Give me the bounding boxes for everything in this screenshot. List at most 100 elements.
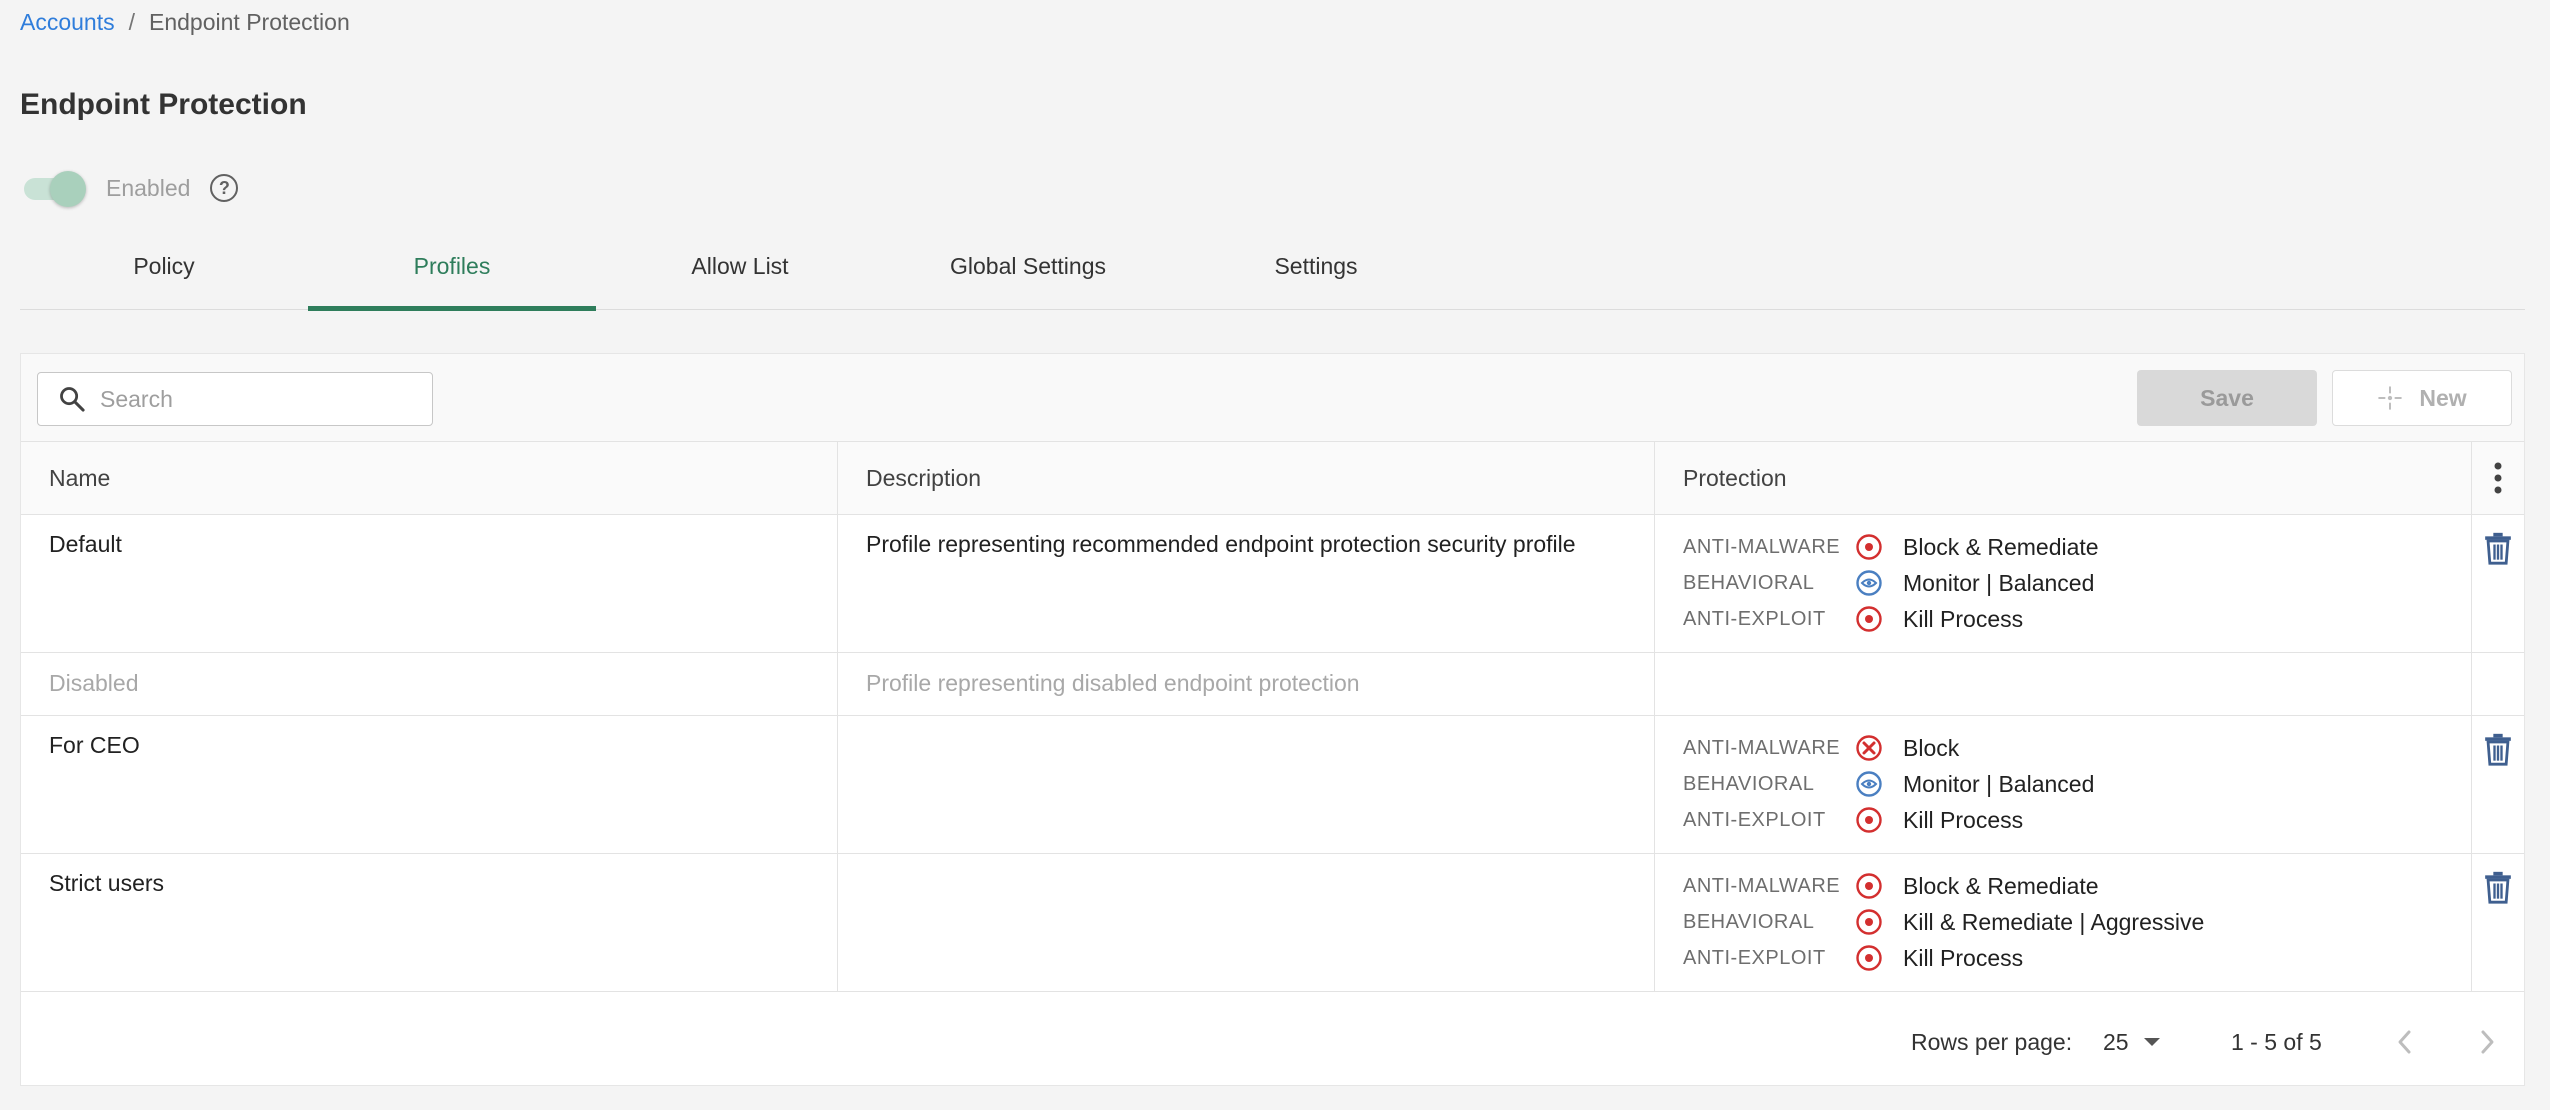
eye-blue-icon [1855, 770, 1883, 798]
profile-description: Profile representing recommended endpoin… [838, 515, 1655, 652]
protection-line: ANTI-EXPLOIT Kill Process [1683, 601, 2471, 637]
protection-category: ANTI-EXPLOIT [1683, 808, 1826, 831]
question-circle-icon[interactable]: ? [210, 174, 239, 202]
protection-category: ANTI-MALWARE [1683, 736, 1841, 759]
table-header: Name Description Protection [21, 442, 2524, 515]
target-red-icon [1855, 908, 1883, 936]
breadcrumb-current: Endpoint Protection [149, 9, 350, 35]
enabled-toggle-row: Enabled ? [22, 168, 239, 208]
profile-name: Strict users [21, 854, 838, 991]
column-header-description[interactable]: Description [838, 442, 1655, 514]
delete-cell [2472, 716, 2524, 853]
trash-icon[interactable] [2484, 732, 2512, 766]
endpoint-protection-page: Accounts / Endpoint Protection Endpoint … [0, 0, 2550, 1110]
breadcrumb: Accounts / Endpoint Protection [20, 8, 350, 36]
protection-line: BEHAVIORAL Monitor | Balanced [1683, 565, 2471, 601]
protection-value: Kill Process [1903, 944, 2024, 971]
column-menu-button[interactable] [2472, 442, 2524, 514]
protection-line: ANTI-EXPLOIT Kill Process [1683, 802, 2471, 838]
target-red-icon [1855, 944, 1883, 972]
eye-blue-icon [1855, 569, 1883, 597]
rows-per-page-select[interactable]: 25 [2103, 1029, 2161, 1056]
protection-category: ANTI-MALWARE [1683, 535, 1841, 558]
target-red-icon [1855, 806, 1883, 834]
search-icon [60, 387, 85, 412]
target-red-icon [1855, 872, 1883, 900]
pagination-range: 1 - 5 of 5 [2231, 1028, 2322, 1055]
protection-value: Block [1903, 734, 1960, 761]
breadcrumb-accounts-link[interactable]: Accounts [20, 8, 115, 36]
table-row[interactable]: For CEO ANTI-MALWARE Block BEHAVIORAL Mo… [21, 716, 2524, 854]
tab-global-settings[interactable]: Global Settings [884, 230, 1172, 310]
table-row[interactable]: Default Profile representing recommended… [21, 515, 2524, 653]
target-red-icon [1855, 605, 1883, 633]
profile-description: Profile representing disabled endpoint p… [838, 653, 1655, 715]
tab-policy[interactable]: Policy [20, 230, 308, 310]
trash-icon[interactable] [2484, 870, 2512, 904]
profile-name: Default [21, 515, 838, 652]
profiles-card: Save New Name Description Protection [20, 353, 2525, 1086]
protection-line: ANTI-MALWARE Block & Remediate [1683, 868, 2471, 904]
table-pagination: Rows per page: 25 1 - 5 of 5 [21, 997, 2524, 1087]
delete-cell [2472, 854, 2524, 991]
protection-line: ANTI-MALWARE Block [1683, 730, 2471, 766]
tab-settings[interactable]: Settings [1172, 230, 1460, 310]
more-vertical-icon [2494, 462, 2502, 494]
new-button-label: New [2419, 384, 2467, 411]
new-button[interactable]: New [2332, 370, 2512, 426]
tab-allow-list[interactable]: Allow List [596, 230, 884, 310]
protection-cell: ANTI-MALWARE Block & Remediate BEHAVIORA… [1655, 515, 2472, 652]
profile-name: For CEO [21, 716, 838, 853]
protection-category: ANTI-EXPLOIT [1683, 946, 1826, 969]
protection-cell: ANTI-MALWARE Block & Remediate BEHAVIORA… [1655, 854, 2472, 991]
search-box [37, 372, 433, 426]
table-toolbar: Save New [21, 354, 2524, 442]
delete-cell [2472, 515, 2524, 652]
tab-bar: Policy Profiles Allow List Global Settin… [20, 230, 2525, 311]
caret-down-icon [2143, 1038, 2160, 1046]
protection-line: BEHAVIORAL Monitor | Balanced [1683, 766, 2471, 802]
profiles-table: Name Description Protection Default Prof… [21, 442, 2524, 992]
chevron-left-icon[interactable] [2395, 1028, 2415, 1056]
protection-value: Block & Remediate [1903, 533, 2099, 560]
protection-value: Block & Remediate [1903, 872, 2099, 899]
protection-category: BEHAVIORAL [1683, 571, 1815, 594]
enabled-label: Enabled [106, 174, 191, 201]
protection-category: ANTI-EXPLOIT [1683, 607, 1826, 630]
page-title: Endpoint Protection [20, 88, 307, 121]
protection-line: BEHAVIORAL Kill & Remediate | Aggressive [1683, 904, 2471, 940]
x-circle-red-icon [1855, 734, 1883, 762]
column-header-protection[interactable]: Protection [1655, 442, 2472, 514]
protection-cell: ANTI-MALWARE Block BEHAVIORAL Monitor | … [1655, 716, 2472, 853]
protection-cell [1655, 653, 2472, 715]
protection-value: Monitor | Balanced [1903, 569, 2095, 596]
chevron-right-icon[interactable] [2477, 1028, 2497, 1056]
delete-cell [2472, 653, 2524, 715]
column-header-name[interactable]: Name [21, 442, 838, 514]
sparkle-add-icon [2378, 386, 2403, 410]
protection-value: Monitor | Balanced [1903, 770, 2095, 797]
rows-per-page-label: Rows per page: [1911, 1028, 2073, 1055]
protection-category: BEHAVIORAL [1683, 772, 1815, 795]
protection-line: ANTI-EXPLOIT Kill Process [1683, 940, 2471, 976]
protection-value: Kill & Remediate | Aggressive [1903, 908, 2205, 935]
protection-value: Kill Process [1903, 806, 2024, 833]
breadcrumb-separator: / [128, 9, 135, 35]
enabled-toggle[interactable] [22, 170, 86, 207]
protection-category: ANTI-MALWARE [1683, 874, 1841, 897]
toggle-knob [50, 171, 86, 207]
table-row[interactable]: Disabled Profile representing disabled e… [21, 653, 2524, 716]
save-button[interactable]: Save [2137, 370, 2317, 426]
profile-description [838, 854, 1655, 991]
rows-per-page-value: 25 [2103, 1028, 2129, 1055]
profile-description [838, 716, 1655, 853]
protection-line: ANTI-MALWARE Block & Remediate [1683, 529, 2471, 565]
tab-profiles[interactable]: Profiles [308, 230, 596, 311]
protection-value: Kill Process [1903, 605, 2024, 632]
trash-icon[interactable] [2484, 531, 2512, 565]
table-row[interactable]: Strict users ANTI-MALWARE Block & Remedi… [21, 854, 2524, 992]
search-input[interactable] [100, 385, 400, 413]
profile-name: Disabled [21, 653, 838, 715]
protection-category: BEHAVIORAL [1683, 910, 1815, 933]
target-red-icon [1855, 533, 1883, 561]
